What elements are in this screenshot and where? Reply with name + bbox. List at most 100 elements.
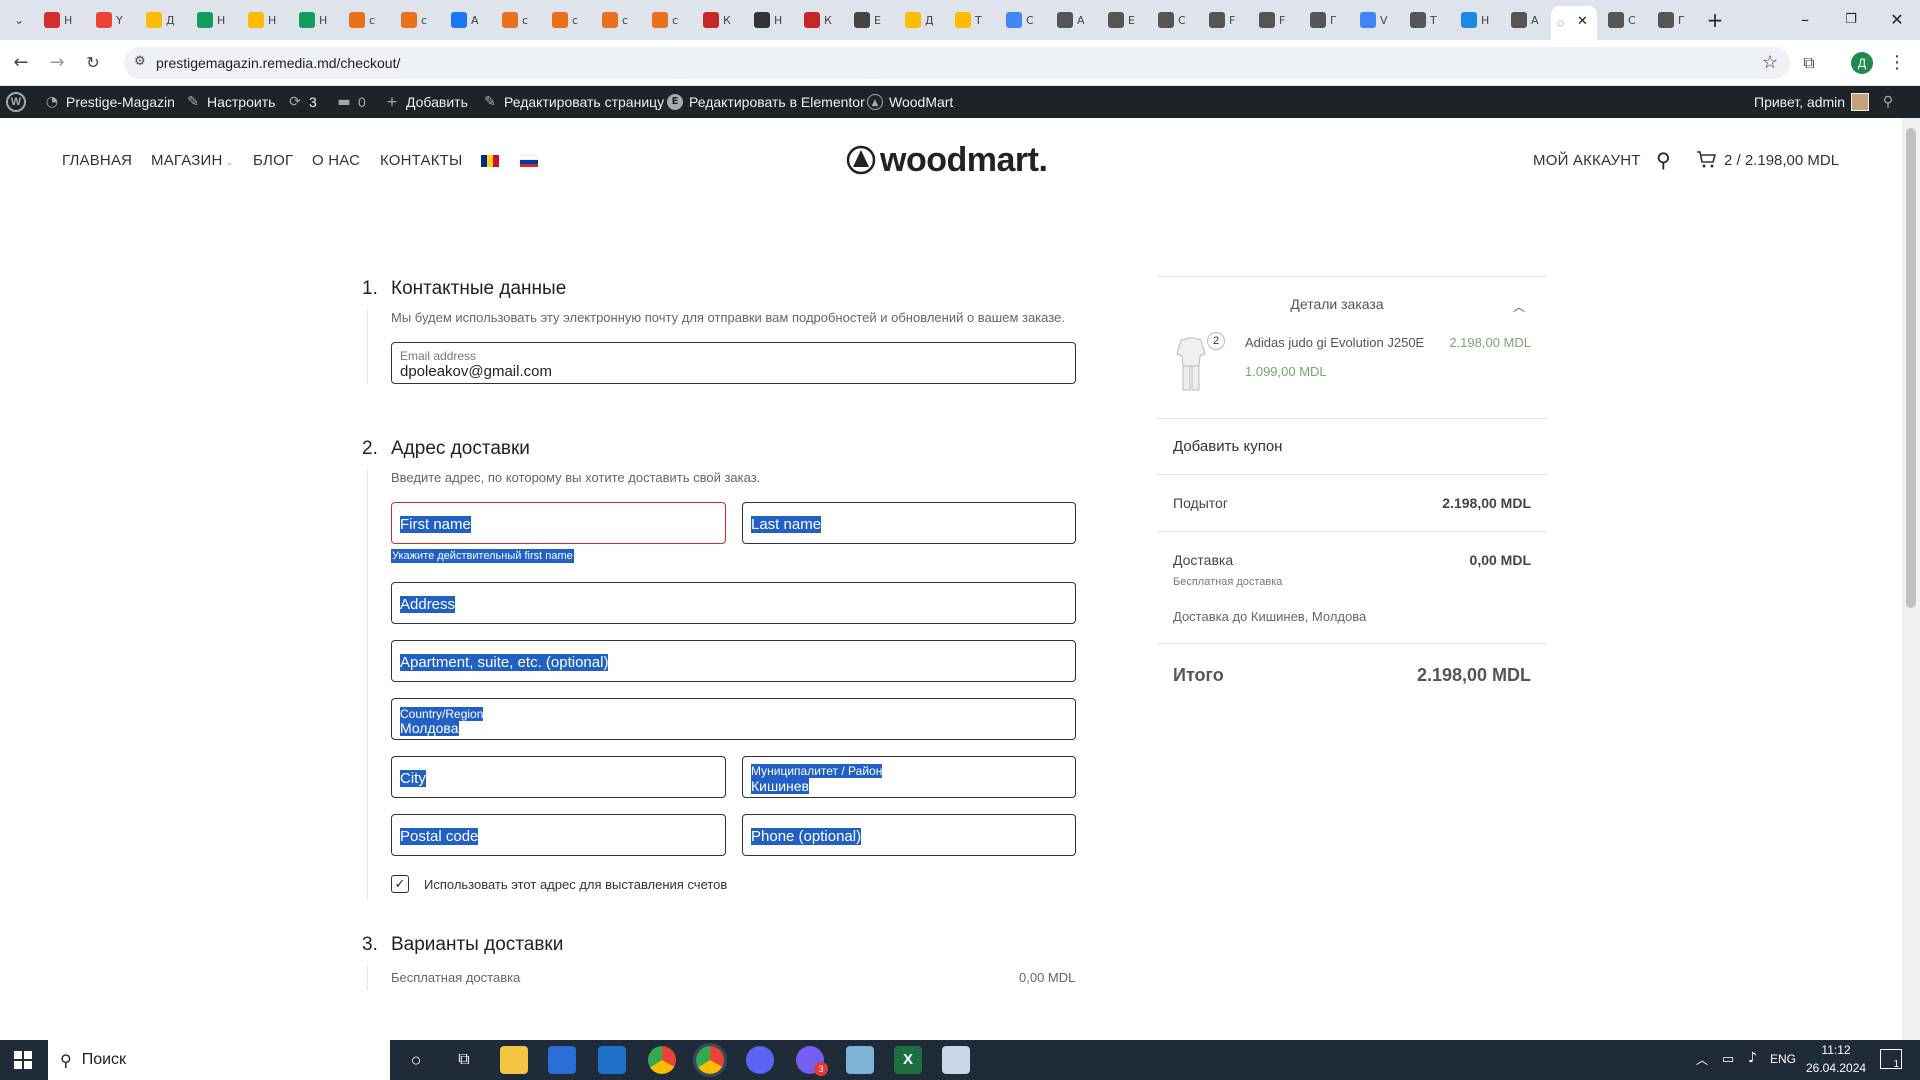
excel-icon[interactable]: X xyxy=(894,1046,922,1074)
close-window-icon[interactable]: ✕ xyxy=(1882,8,1912,32)
admin-site-name[interactable]: ◔ Prestige-Magazin xyxy=(44,86,175,118)
page-scrollbar[interactable] xyxy=(1902,118,1920,1040)
bookmark-star-icon[interactable]: ☆ xyxy=(1762,52,1778,73)
restore-icon[interactable]: ❐ xyxy=(1836,8,1866,32)
reload-icon[interactable]: ↻ xyxy=(80,50,106,76)
clock-date[interactable]: 26.04.2024 xyxy=(1806,1061,1866,1075)
search-icon[interactable]: ⚲ xyxy=(1656,148,1671,172)
nav-blog[interactable]: БЛОГ xyxy=(253,152,293,169)
admin-edit-elementor[interactable]: E Редактировать в Elementor xyxy=(667,86,865,118)
site-info-icon[interactable]: ⚙ xyxy=(134,54,146,69)
windows-start-icon[interactable] xyxy=(14,1051,32,1069)
address-field[interactable]: Address xyxy=(391,582,1076,624)
browser-tab[interactable]: Г xyxy=(1654,8,1700,32)
menu-kebab-icon[interactable]: ⋮ xyxy=(1884,50,1910,76)
country-select[interactable]: Country/Region Молдова xyxy=(391,698,1076,740)
scrollbar-thumb[interactable] xyxy=(1906,128,1916,608)
browser-tab[interactable]: Н xyxy=(750,8,796,32)
tab-search-icon[interactable]: ⌄ xyxy=(6,7,32,33)
browser-tab[interactable]: К xyxy=(800,8,846,32)
browser-tab[interactable]: Т xyxy=(951,8,997,32)
add-coupon-link[interactable]: Добавить купон xyxy=(1173,438,1282,455)
browser-tab[interactable]: C xyxy=(1154,8,1200,32)
browser-tab[interactable]: Н xyxy=(295,8,341,32)
first-name-field[interactable]: First name xyxy=(391,502,726,544)
city-field[interactable]: City xyxy=(391,756,726,798)
site-logo[interactable]: woodmart. xyxy=(846,140,1048,180)
browser-tab[interactable]: E xyxy=(1104,8,1150,32)
volume-icon[interactable]: ♪ xyxy=(1748,1050,1757,1066)
back-icon[interactable]: ← xyxy=(8,50,34,76)
admin-add-new[interactable]: + Добавить xyxy=(384,86,468,118)
store-icon[interactable] xyxy=(548,1046,576,1074)
flag-ru-icon[interactable] xyxy=(520,155,538,167)
chrome-active-icon[interactable] xyxy=(693,1043,727,1077)
browser-tab[interactable]: Н xyxy=(244,8,290,32)
browser-tab[interactable]: Д xyxy=(901,8,947,32)
network-icon[interactable]: ▭ xyxy=(1722,1051,1734,1067)
profile-avatar[interactable]: Д xyxy=(1851,52,1873,74)
browser-tab[interactable]: Н xyxy=(193,8,239,32)
minimize-icon[interactable]: – xyxy=(1790,8,1820,32)
browser-tab[interactable]: c xyxy=(548,8,594,32)
browser-tab[interactable]: V xyxy=(1356,8,1402,32)
billing-checkbox[interactable]: ✓ xyxy=(391,875,409,893)
admin-customize[interactable]: ✎ Настроить xyxy=(185,86,275,118)
nav-my-account[interactable]: МОЙ АККАУНТ xyxy=(1533,152,1641,169)
task-view-icon[interactable]: ⧉ xyxy=(450,1046,478,1074)
browser-tab[interactable]: Д xyxy=(142,8,188,32)
mail-icon[interactable] xyxy=(598,1046,626,1074)
browser-tab[interactable]: C xyxy=(1604,8,1650,32)
nav-about[interactable]: О НАС xyxy=(312,152,360,169)
district-select[interactable]: Муниципалитет / Район Кишинев xyxy=(742,756,1076,798)
nav-shop[interactable]: МАГАЗИН ⌄ xyxy=(151,152,233,169)
app-icon[interactable] xyxy=(942,1046,970,1074)
apartment-field[interactable]: Apartment, suite, etc. (optional) xyxy=(391,640,1076,682)
admin-updates[interactable]: ⟳ 3 xyxy=(287,86,317,118)
phone-field[interactable]: Phone (optional) xyxy=(742,814,1076,856)
flag-ro-icon[interactable] xyxy=(481,155,499,167)
email-field[interactable]: Email address dpoleakov@gmail.com xyxy=(391,342,1076,384)
language-indicator[interactable]: ENG xyxy=(1770,1052,1796,1066)
viber-icon[interactable]: 3 xyxy=(796,1046,828,1076)
admin-greeting[interactable]: Привет, admin xyxy=(1754,86,1870,118)
browser-tab[interactable]: E xyxy=(850,8,896,32)
browser-tab[interactable]: Г xyxy=(1306,8,1352,32)
extensions-icon[interactable]: ⧉ xyxy=(1796,50,1822,76)
nav-contacts[interactable]: КОНТАКТЫ xyxy=(380,152,463,169)
browser-tab[interactable]: A xyxy=(1507,8,1553,32)
browser-tab[interactable]: c xyxy=(598,8,644,32)
browser-tab[interactable]: A xyxy=(1053,8,1099,32)
last-name-field[interactable]: Last name xyxy=(742,502,1076,544)
taskbar-search-box[interactable]: ⚲ Поиск xyxy=(48,1040,390,1080)
url-text[interactable]: prestigemagazin.remedia.md/checkout/ xyxy=(156,55,400,71)
wordpress-logo-icon[interactable]: W xyxy=(6,86,26,118)
admin-edit-page[interactable]: ✎ Редактировать страницу xyxy=(482,86,664,118)
cortana-icon[interactable]: ○ xyxy=(402,1046,430,1074)
new-tab-button[interactable]: + xyxy=(1700,8,1730,32)
browser-tab[interactable]: F xyxy=(1255,8,1301,32)
order-details-title[interactable]: Детали заказа xyxy=(1157,296,1517,312)
clock-time[interactable]: 11:12 xyxy=(1806,1043,1866,1057)
browser-tab[interactable]: Н xyxy=(40,8,86,32)
item-name[interactable]: Adidas judo gi Evolution J250E xyxy=(1245,335,1424,350)
browser-tab[interactable]: К xyxy=(699,8,745,32)
browser-tab[interactable]: Т xyxy=(1406,8,1452,32)
notepad-icon[interactable] xyxy=(846,1046,874,1074)
browser-tab[interactable]: Y xyxy=(92,8,138,32)
nav-home[interactable]: ГЛАВНАЯ xyxy=(62,152,132,169)
browser-tab[interactable]: F xyxy=(1205,8,1251,32)
tab-active[interactable]: ◌ ✕ xyxy=(1551,6,1597,40)
forward-icon[interactable]: → xyxy=(44,50,70,76)
browser-tab[interactable]: A xyxy=(447,8,493,32)
chevron-up-icon[interactable]: ︿ xyxy=(1513,298,1525,315)
admin-woodmart[interactable]: ▲ WoodMart xyxy=(867,86,953,118)
address-bar[interactable]: ⚙ prestigemagazin.remedia.md/checkout/ ☆ xyxy=(124,47,1790,79)
shipping-option-name[interactable]: Бесплатная доставка xyxy=(391,970,520,985)
chrome-icon[interactable] xyxy=(648,1046,676,1074)
billing-checkbox-label[interactable]: Использовать этот адрес для выставления … xyxy=(424,877,727,892)
header-cart[interactable]: 2 / 2.198,00 MDL xyxy=(1696,151,1839,169)
browser-tab[interactable]: c xyxy=(397,8,443,32)
file-explorer-icon[interactable] xyxy=(500,1046,528,1074)
browser-tab[interactable]: c xyxy=(648,8,694,32)
